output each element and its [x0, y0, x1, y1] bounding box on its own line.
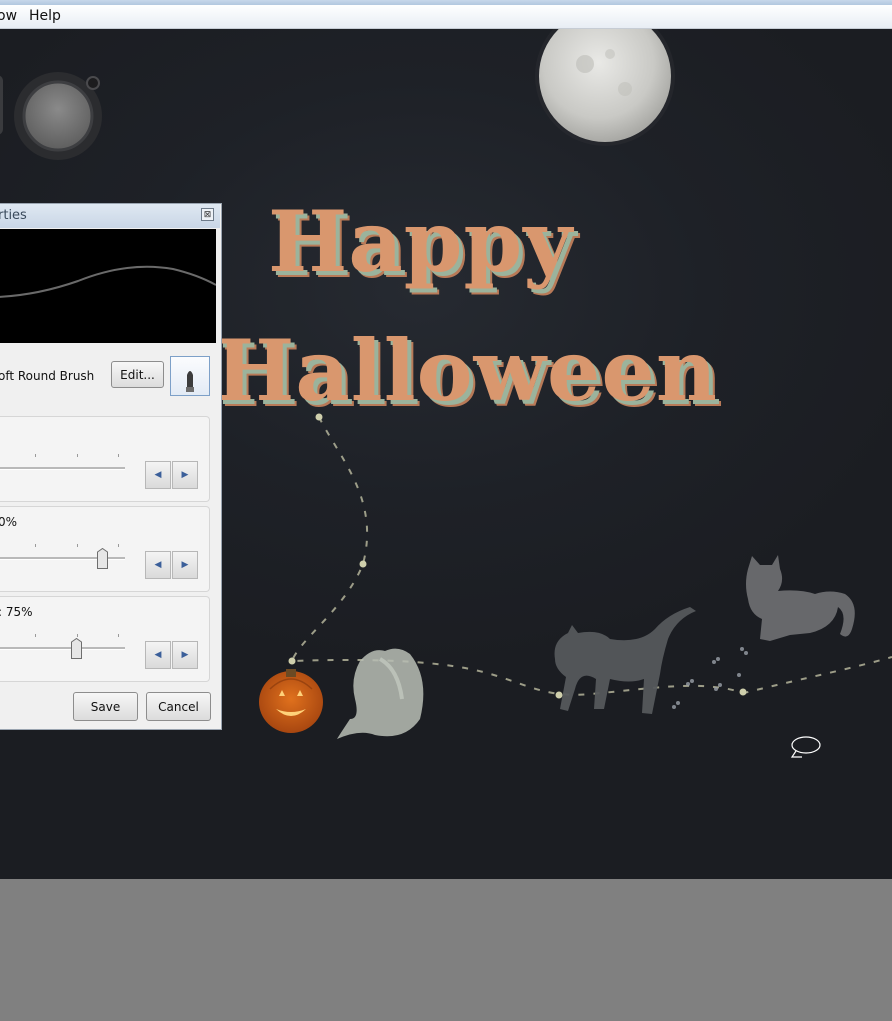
menu-bar: ow Help: [0, 5, 892, 29]
save-button[interactable]: Save: [73, 692, 138, 721]
stroke-preview-curve: [0, 265, 217, 298]
property-group-2: 0% ◀ ▶: [0, 506, 210, 592]
property-2-slider-thumb[interactable]: [97, 548, 108, 569]
panel-title: rties: [0, 208, 27, 223]
property-group-3: : 75% ◀ ▶: [0, 596, 210, 682]
property-3-slider[interactable]: [0, 647, 125, 650]
color-dial-icon[interactable]: [0, 72, 102, 160]
brush-name-label: oft Round Brush: [0, 369, 95, 383]
edit-brush-button[interactable]: Edit...: [111, 361, 164, 388]
brush-icon: [186, 371, 194, 392]
property-3-label: : 75%: [0, 605, 33, 619]
paw-prints: [672, 647, 748, 709]
pumpkin-shape: [259, 669, 323, 733]
close-icon[interactable]: ⊠: [201, 208, 214, 221]
arrow-right-icon[interactable]: ▶: [172, 641, 198, 669]
moon-shape: [535, 29, 675, 146]
cancel-button[interactable]: Cancel: [146, 692, 211, 721]
trail-dots: [288, 413, 747, 699]
walking-cat-shape: [554, 607, 696, 714]
stroke-preview: [0, 229, 217, 343]
brush-cursor-icon: [790, 736, 821, 758]
ghost-cat-shape: [337, 648, 424, 739]
halloween-text: Halloween: [215, 321, 718, 420]
property-3-slider-thumb[interactable]: [71, 638, 82, 659]
arrow-right-icon[interactable]: ▶: [172, 551, 198, 579]
arrow-left-icon[interactable]: ◀: [145, 641, 171, 669]
arrow-left-icon[interactable]: ◀: [145, 551, 171, 579]
property-2-label: 0%: [0, 515, 18, 529]
menu-item-help[interactable]: Help: [29, 8, 61, 24]
property-1-slider[interactable]: [0, 467, 125, 470]
panel-header[interactable]: rties ⊠: [0, 204, 220, 228]
property-group-1: ◀ ▶: [0, 416, 210, 502]
sitting-cat-shape: [746, 555, 855, 641]
menu-item-window[interactable]: ow: [0, 8, 17, 24]
happy-text: Happy: [268, 192, 574, 291]
arrow-left-icon[interactable]: ◀: [145, 461, 171, 489]
arrow-right-icon[interactable]: ▶: [172, 461, 198, 489]
brush-thumbnail[interactable]: [170, 356, 210, 396]
brush-properties-panel: rties ⊠ oft Round Brush Edit... ◀ ▶ 0% ◀…: [0, 203, 222, 730]
workspace-background: [0, 879, 892, 1021]
